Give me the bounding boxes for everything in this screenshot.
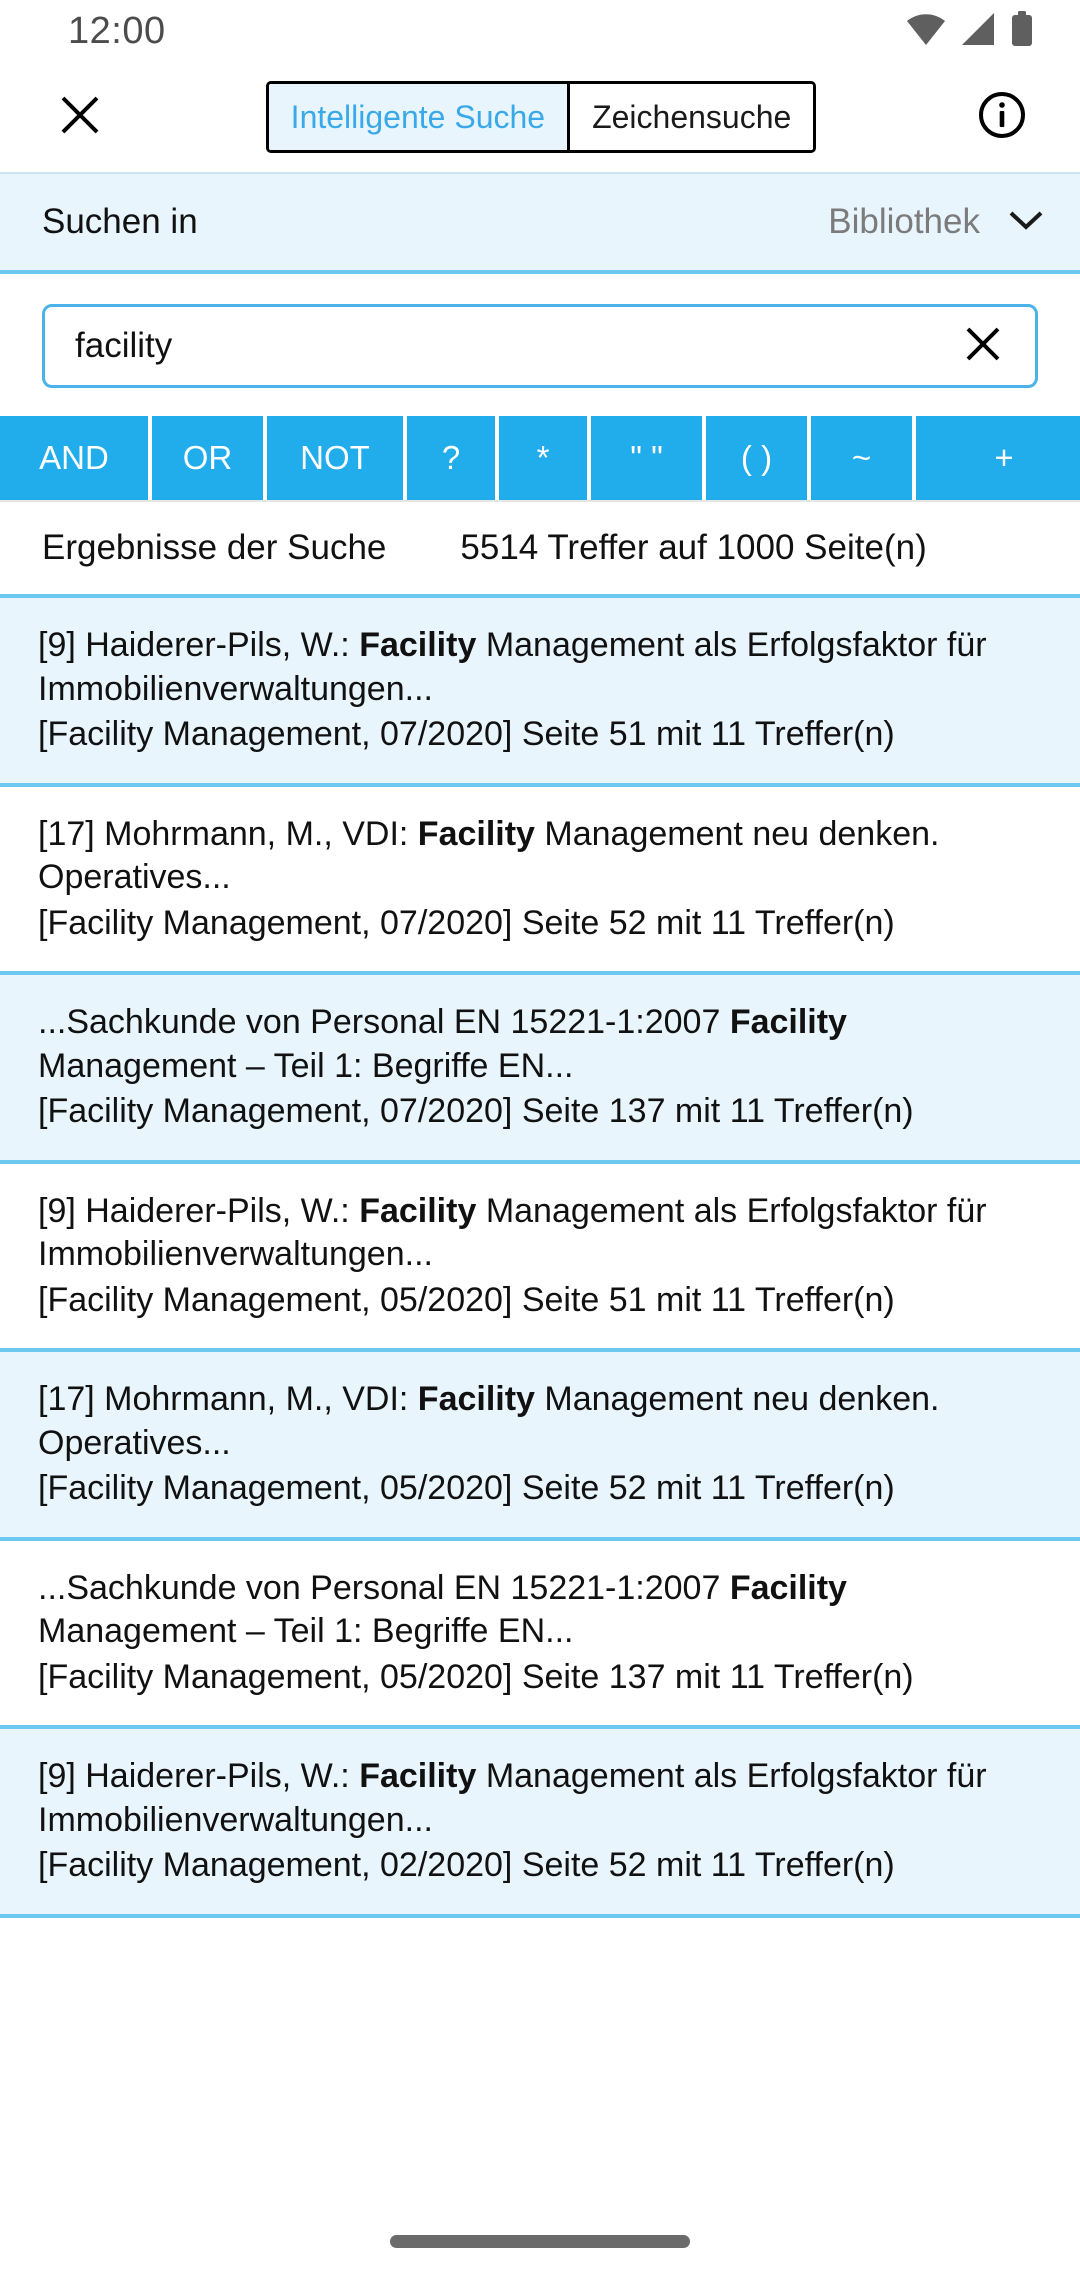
- results-header: Ergebnisse der Suche 5514 Treffer auf 10…: [0, 502, 1080, 598]
- cell-signal-icon: [960, 12, 996, 51]
- result-item[interactable]: [17] Mohrmann, M., VDI: Facility Managem…: [0, 786, 1080, 976]
- result-title: ...Sachkunde von Personal EN 15221-1:200…: [38, 1001, 1038, 1088]
- result-item[interactable]: [9] Haiderer-Pils, W.: Facility Manageme…: [0, 1729, 1080, 1918]
- result-title-highlight: Facility: [417, 1380, 535, 1419]
- search-scope-label: Suchen in: [42, 202, 198, 241]
- tab-zeichensuche[interactable]: Zeichensuche: [570, 84, 814, 150]
- result-title: [9] Haiderer-Pils, W.: Facility Manageme…: [38, 1755, 1038, 1842]
- result-title-highlight: Facility: [729, 1003, 847, 1042]
- result-title: [9] Haiderer-Pils, W.: Facility Manageme…: [38, 1190, 1038, 1277]
- chevron-down-icon: [1006, 207, 1046, 238]
- result-item[interactable]: [9] Haiderer-Pils, W.: Facility Manageme…: [0, 598, 1080, 787]
- result-title-prefix: ...Sachkunde von Personal EN 15221-1:200…: [38, 1568, 730, 1607]
- result-title-prefix: [9] Haiderer-Pils, W.:: [38, 1191, 360, 1230]
- home-gesture-pill[interactable]: [390, 2234, 690, 2248]
- search-operator-bar[interactable]: AND OR NOT? * " "( ) ~ +: [0, 416, 1080, 502]
- result-title-highlight: Facility: [729, 1568, 847, 1607]
- status-bar-icons: [906, 10, 1034, 52]
- result-title-highlight: Facility: [359, 626, 477, 664]
- result-meta: [Facility Management, 05/2020] Seite 137…: [38, 1657, 914, 1696]
- operator-button-[interactable]: +: [916, 416, 1080, 500]
- search-mode-segmented-control[interactable]: Intelligente Suche Zeichensuche: [265, 81, 817, 153]
- search-clear-button[interactable]: [955, 318, 1011, 374]
- result-title-suffix: Management – Teil 1: Begriffe EN...: [38, 1046, 574, 1085]
- app-bar: Intelligente Suche Zeichensuche: [0, 62, 1080, 172]
- result-item[interactable]: [9] Haiderer-Pils, W.: Facility Manageme…: [0, 1163, 1080, 1353]
- result-item[interactable]: [17] Mohrmann, M., VDI: Facility Managem…: [0, 1352, 1080, 1541]
- operator-button-or[interactable]: OR: [152, 416, 267, 500]
- info-icon: [977, 90, 1027, 145]
- result-title-prefix: [17] Mohrmann, M., VDI:: [38, 1380, 418, 1419]
- operator-button-[interactable]: ?: [407, 416, 499, 500]
- search-field[interactable]: facility: [42, 304, 1038, 388]
- result-title-prefix: [9] Haiderer-Pils, W.:: [38, 626, 360, 664]
- result-meta: [Facility Management, 07/2020] Seite 137…: [38, 1092, 914, 1131]
- result-title: ...Sachkunde von Personal EN 15221-1:200…: [38, 1567, 1038, 1654]
- result-title: [17] Mohrmann, M., VDI: Facility Managem…: [38, 1378, 1038, 1465]
- result-title-highlight: Facility: [359, 1757, 477, 1796]
- result-item[interactable]: ...Sachkunde von Personal EN 15221-1:200…: [0, 975, 1080, 1164]
- result-title-highlight: Facility: [359, 1191, 477, 1230]
- system-navigation-bar: [0, 2202, 1080, 2280]
- operator-button-and[interactable]: AND: [0, 416, 152, 500]
- results-list: [9] Haiderer-Pils, W.: Facility Manageme…: [0, 598, 1080, 1918]
- close-icon: [56, 91, 104, 144]
- result-meta: [Facility Management, 05/2020] Seite 51 …: [38, 1280, 895, 1319]
- search-scope-value: Bibliothek: [828, 202, 980, 241]
- result-title-prefix: [17] Mohrmann, M., VDI:: [38, 814, 418, 853]
- status-bar-clock: 12:00: [68, 9, 166, 52]
- status-bar: 12:00: [0, 0, 1080, 62]
- result-title-suffix: Management – Teil 1: Begriffe EN...: [38, 1612, 574, 1651]
- operator-button-[interactable]: ( ): [706, 416, 811, 500]
- operator-button-[interactable]: " ": [591, 416, 706, 500]
- result-meta: [Facility Management, 07/2020] Seite 52 …: [38, 903, 895, 942]
- battery-icon: [1010, 10, 1034, 52]
- tab-intelligente-suche[interactable]: Intelligente Suche: [268, 84, 568, 150]
- result-meta: [Facility Management, 02/2020] Seite 52 …: [38, 1846, 895, 1885]
- result-title-prefix: [9] Haiderer-Pils, W.:: [38, 1757, 360, 1796]
- close-button[interactable]: [44, 81, 116, 153]
- operator-button-not[interactable]: NOT: [267, 416, 407, 500]
- result-meta: [Facility Management, 05/2020] Seite 52 …: [38, 1469, 895, 1508]
- search-input[interactable]: facility: [75, 326, 955, 366]
- result-meta: [Facility Management, 07/2020] Seite 51 …: [38, 715, 895, 754]
- result-title-highlight: Facility: [417, 814, 535, 853]
- close-icon: [962, 323, 1004, 370]
- operator-button-[interactable]: *: [499, 416, 591, 500]
- result-title-prefix: ...Sachkunde von Personal EN 15221-1:200…: [38, 1003, 730, 1042]
- results-header-count: 5514 Treffer auf 1000 Seite(n): [460, 528, 927, 567]
- result-title: [9] Haiderer-Pils, W.: Facility Manageme…: [38, 624, 1038, 711]
- wifi-icon: [906, 12, 946, 51]
- search-scope-value-group[interactable]: Bibliothek: [828, 202, 1046, 242]
- info-button[interactable]: [966, 81, 1038, 153]
- result-title: [17] Mohrmann, M., VDI: Facility Managem…: [38, 813, 1038, 900]
- search-scope-selector[interactable]: Suchen in Bibliothek: [0, 172, 1080, 274]
- result-item[interactable]: ...Sachkunde von Personal EN 15221-1:200…: [0, 1540, 1080, 1730]
- results-header-label: Ergebnisse der Suche: [42, 528, 387, 567]
- search-field-container: facility: [0, 274, 1080, 416]
- operator-button-[interactable]: ~: [811, 416, 916, 500]
